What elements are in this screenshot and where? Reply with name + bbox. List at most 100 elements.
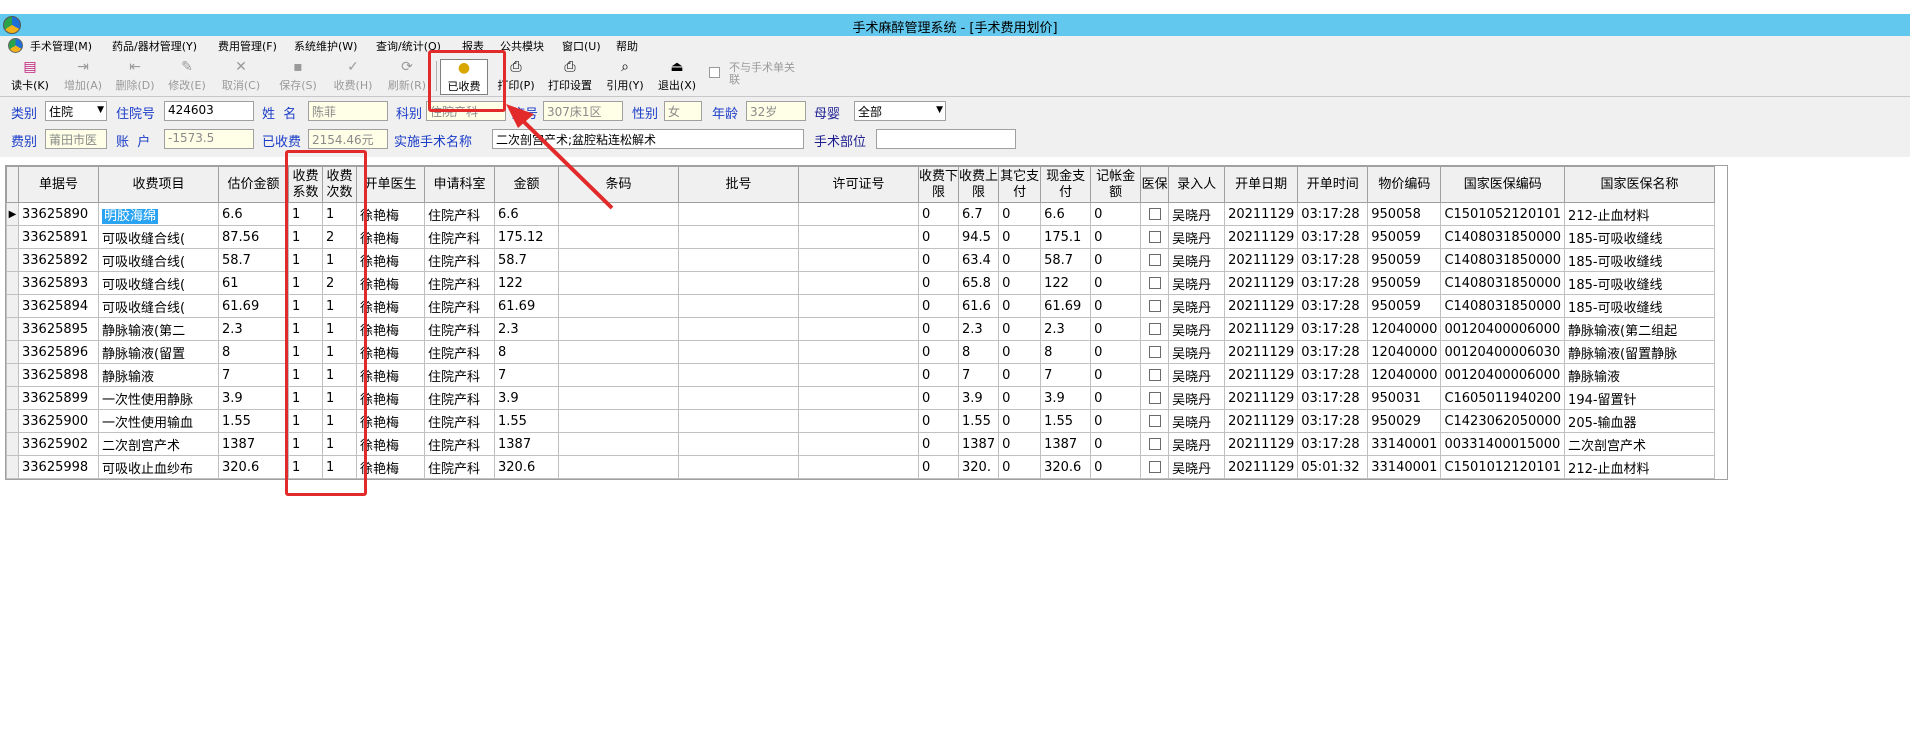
table-cell[interactable]: 吴晓丹: [1168, 432, 1226, 456]
insurance-checkbox[interactable]: [1148, 438, 1161, 450]
table-cell[interactable]: [798, 225, 919, 249]
table-cell[interactable]: 0: [918, 271, 959, 295]
table-cell[interactable]: 吴晓丹: [1168, 294, 1226, 318]
row-indicator[interactable]: [6, 271, 19, 295]
row-indicator[interactable]: [6, 294, 19, 318]
column-header[interactable]: 收费项目: [98, 166, 219, 203]
table-cell[interactable]: 0: [998, 340, 1042, 364]
table-cell[interactable]: 0: [918, 432, 959, 456]
table-cell[interactable]: 徐艳梅: [356, 294, 425, 318]
table-row[interactable]: 33625893 可吸收缝合线(61 1 2 徐艳梅 住院产科 122 0 65.8 0 122 0 吴…: [6, 271, 1716, 295]
table-cell[interactable]: C1408031850000: [1440, 225, 1566, 249]
refresh-button[interactable]: ⟳ 刷新(R): [384, 59, 430, 95]
table-cell[interactable]: 0: [998, 271, 1042, 295]
cite-button[interactable]: ⌕ 引用(Y): [602, 59, 648, 95]
table-cell[interactable]: [1140, 340, 1170, 364]
table-cell[interactable]: 住院产科: [424, 409, 495, 433]
table-cell[interactable]: 12040000: [1367, 317, 1442, 341]
table-cell[interactable]: 1: [288, 409, 323, 433]
table-cell[interactable]: 0: [998, 386, 1042, 410]
table-cell[interactable]: 122: [494, 271, 559, 295]
table-cell[interactable]: 住院产科: [424, 455, 495, 479]
insurance-checkbox[interactable]: [1148, 231, 1161, 243]
row-indicator[interactable]: [6, 340, 19, 364]
table-cell[interactable]: 33140001: [1367, 432, 1442, 456]
table-cell[interactable]: 20211129: [1224, 294, 1299, 318]
unlink-checkbox[interactable]: [709, 67, 720, 78]
table-cell[interactable]: 61: [218, 271, 289, 295]
table-cell[interactable]: C1605011940200: [1440, 386, 1566, 410]
table-cell[interactable]: 6.6: [494, 202, 559, 226]
table-cell[interactable]: 00120400006030: [1440, 340, 1566, 364]
table-cell[interactable]: 1387: [957, 432, 1000, 456]
table-row[interactable]: 33625902 二次剖宫产术 1387 1 1 徐艳梅 住院产科 1387 0 1387 0 138…: [6, 432, 1716, 456]
column-header[interactable]: 国家医保编码: [1440, 166, 1566, 203]
table-cell[interactable]: 1: [322, 294, 357, 318]
column-header[interactable]: 批号: [678, 166, 799, 203]
table-cell[interactable]: [558, 363, 679, 387]
gender-field[interactable]: 女: [664, 101, 702, 121]
table-cell[interactable]: 1: [288, 386, 323, 410]
table-cell[interactable]: 1: [322, 363, 357, 387]
table-cell[interactable]: [558, 455, 679, 479]
table-cell[interactable]: 03:17:28: [1297, 248, 1369, 272]
table-cell[interactable]: 65.8: [957, 271, 1000, 295]
bed-field[interactable]: 307床1区: [543, 101, 623, 121]
table-cell[interactable]: 12040000: [1367, 363, 1442, 387]
table-cell[interactable]: 0: [918, 317, 959, 341]
exit-button[interactable]: ⏏ 退出(X): [654, 59, 700, 95]
table-cell[interactable]: 175.1: [1040, 225, 1092, 249]
table-cell[interactable]: 12040000: [1367, 340, 1442, 364]
table-cell[interactable]: 静脉输液: [1564, 363, 1716, 387]
table-cell[interactable]: 住院产科: [424, 363, 495, 387]
table-cell[interactable]: 徐艳梅: [356, 432, 425, 456]
table-cell[interactable]: 静脉输液(留置静脉: [1564, 340, 1716, 364]
table-cell[interactable]: [798, 409, 919, 433]
table-cell[interactable]: [798, 432, 919, 456]
read-card-button[interactable]: ▤ 读卡(K): [8, 59, 52, 95]
table-cell[interactable]: [678, 386, 799, 410]
column-header[interactable]: 金额: [494, 166, 559, 203]
table-cell[interactable]: 0: [1090, 455, 1142, 479]
insurance-checkbox[interactable]: [1148, 254, 1161, 266]
print-button[interactable]: ⎙ 打印(P): [494, 59, 538, 95]
table-cell[interactable]: [558, 202, 679, 226]
table-cell[interactable]: 静脉输液(第二: [98, 317, 219, 341]
table-cell[interactable]: [558, 248, 679, 272]
row-indicator[interactable]: [6, 455, 19, 479]
table-cell[interactable]: [678, 248, 799, 272]
table-cell[interactable]: 2.3: [957, 317, 1000, 341]
table-row[interactable]: 33625900 一次性使用输血 1.55 1 1 徐艳梅 住院产科 1.55 0 1.55 0 1.…: [6, 409, 1716, 433]
table-cell[interactable]: 320.6: [218, 455, 289, 479]
table-cell[interactable]: 吴晓丹: [1168, 317, 1226, 341]
table-cell[interactable]: 03:17:28: [1297, 271, 1369, 295]
table-cell[interactable]: 0: [1090, 317, 1142, 341]
column-header[interactable]: 收费上限: [957, 166, 1000, 203]
insurance-checkbox[interactable]: [1148, 461, 1161, 473]
insurance-checkbox[interactable]: [1148, 208, 1161, 220]
table-cell[interactable]: 1: [288, 363, 323, 387]
table-cell[interactable]: [1140, 409, 1170, 433]
table-cell[interactable]: 950059: [1367, 225, 1442, 249]
column-header[interactable]: 开单日期: [1224, 166, 1299, 203]
table-cell[interactable]: 950058: [1367, 202, 1442, 226]
table-cell[interactable]: 33625900: [18, 409, 99, 433]
table-cell[interactable]: 0: [918, 225, 959, 249]
table-cell[interactable]: [558, 340, 679, 364]
table-cell[interactable]: 61.69: [494, 294, 559, 318]
table-cell[interactable]: 1: [322, 409, 357, 433]
table-cell[interactable]: 3.9: [218, 386, 289, 410]
table-cell[interactable]: 一次性使用静脉: [98, 386, 219, 410]
modify-button[interactable]: ✎ 修改(E): [164, 59, 210, 95]
column-header[interactable]: 录入人: [1168, 166, 1226, 203]
save-button[interactable]: ▪ 保存(S): [275, 59, 321, 95]
infant-select[interactable]: 全部: [854, 101, 946, 121]
charged-button[interactable]: ● 已收费: [440, 59, 488, 95]
table-cell[interactable]: 1: [322, 248, 357, 272]
table-cell[interactable]: 58.7: [218, 248, 289, 272]
table-cell[interactable]: C1423062050000: [1440, 409, 1566, 433]
table-cell[interactable]: 徐艳梅: [356, 340, 425, 364]
table-cell[interactable]: 320.6: [494, 455, 559, 479]
column-header[interactable]: 其它支付: [998, 166, 1042, 203]
table-cell[interactable]: 2.3: [494, 317, 559, 341]
